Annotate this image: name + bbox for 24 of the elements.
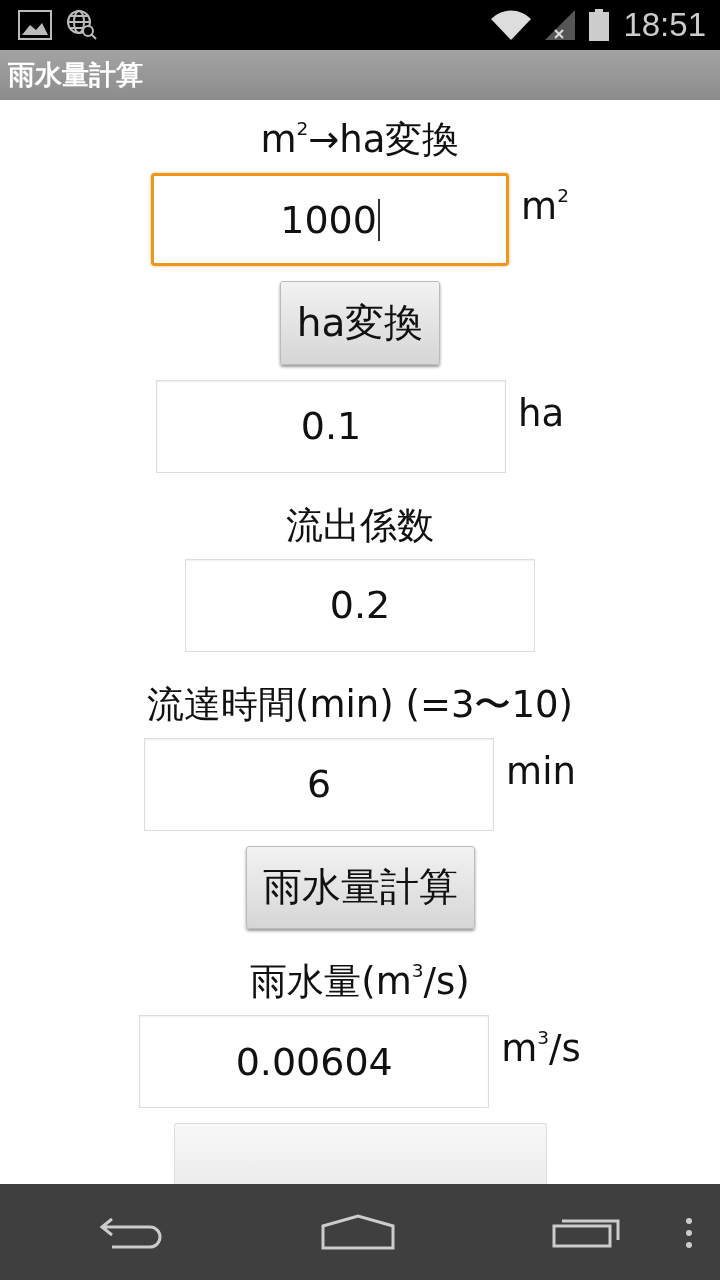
globe-search-icon	[66, 9, 98, 41]
field-label: 雨水量(m$^{3}$/s)	[250, 959, 470, 1005]
wifi-icon	[491, 10, 532, 40]
battery-icon	[589, 9, 610, 41]
unit-label: m$^{3}$/s	[501, 1027, 581, 1070]
action-button[interactable]: ha変換	[279, 281, 441, 365]
input-field[interactable]: 1000	[151, 173, 510, 266]
unit-label: ha	[517, 391, 565, 435]
picture-icon	[18, 10, 52, 40]
input-field[interactable]: 6	[144, 737, 495, 831]
field-label: 流達時間(min) (=3〜10)	[147, 681, 573, 728]
field-label: 流出係数	[286, 502, 434, 549]
app-title: 雨水量計算	[8, 58, 143, 92]
input-field[interactable]: 0.00604	[139, 1015, 490, 1108]
clock: 18:51	[623, 6, 706, 44]
overflow-menu-icon[interactable]	[686, 1218, 692, 1248]
home-icon[interactable]	[321, 1214, 395, 1250]
unit-label: min	[506, 749, 576, 793]
input-field[interactable]: 0.1	[155, 379, 506, 473]
field-label: m$^{2}$→ha変換	[260, 117, 460, 163]
signal-icon	[545, 10, 576, 40]
input-field[interactable]: 0.2	[185, 558, 535, 652]
unit-label: m$^{2}$	[521, 185, 569, 228]
action-button[interactable]: 雨水量計算	[245, 845, 475, 929]
